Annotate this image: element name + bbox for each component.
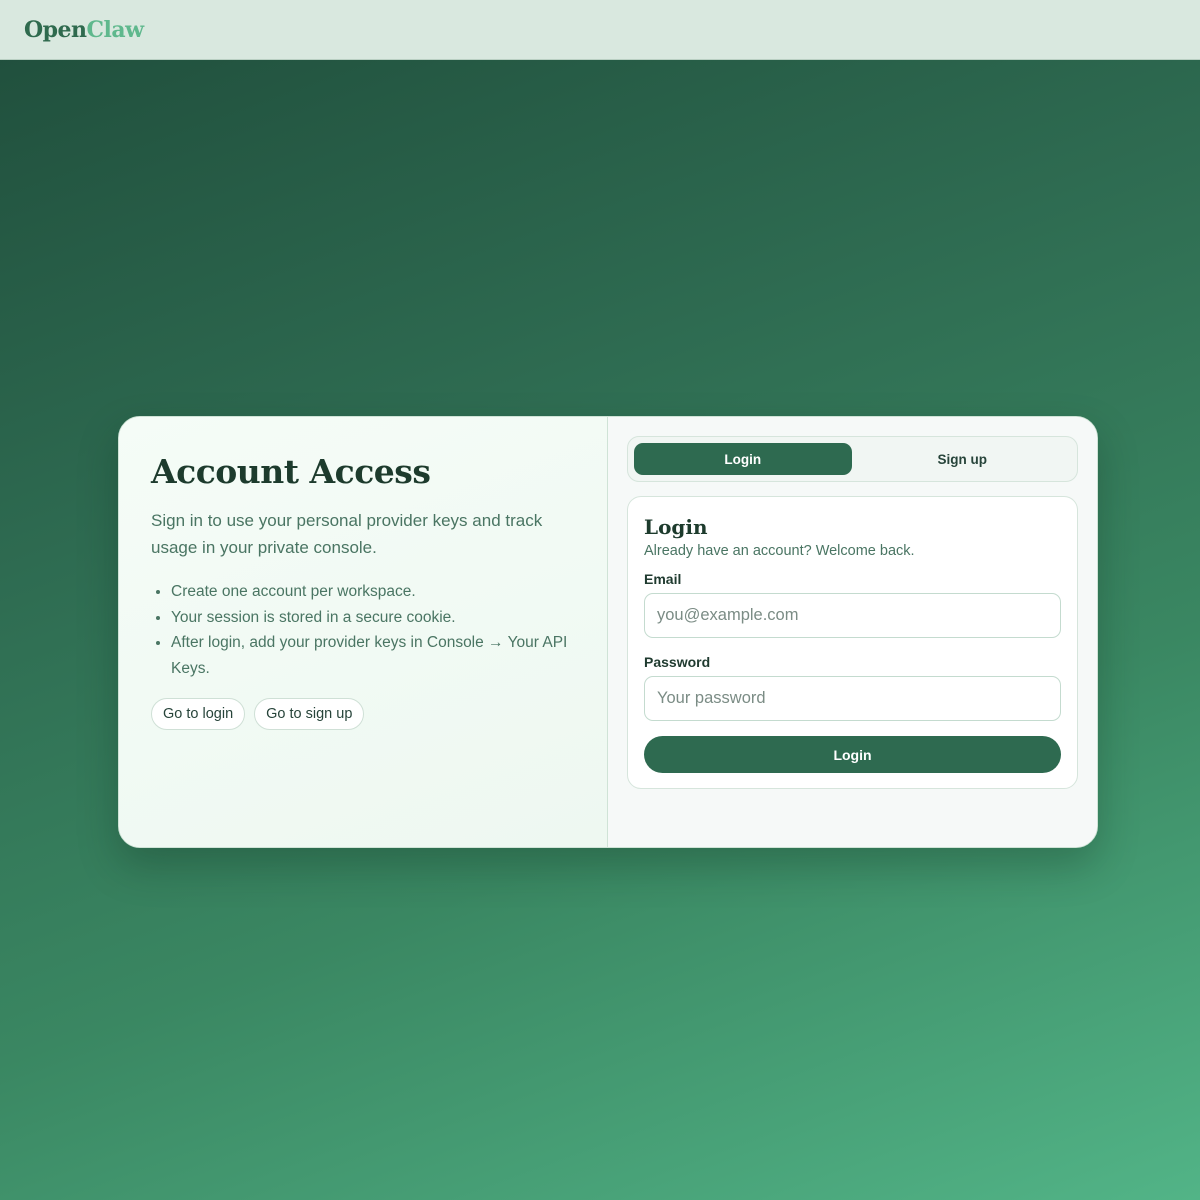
auth-tabs: Login Sign up (627, 436, 1078, 482)
email-label: Email (644, 571, 682, 587)
brand-logo[interactable]: OpenClaw (24, 17, 144, 43)
intro-text: Sign in to use your personal provider ke… (151, 511, 543, 557)
form-subtitle: Already have an account? Welcome back. (644, 543, 915, 559)
tab-signup[interactable]: Sign up (854, 443, 1072, 475)
email-field[interactable] (644, 593, 1061, 638)
auth-card: Account Access Sign in to use your perso… (118, 416, 1098, 848)
info-panel: Account Access Sign in to use your perso… (119, 417, 608, 847)
login-form: Login Already have an account? Welcome b… (627, 496, 1078, 789)
password-label: Password (644, 654, 711, 670)
brand-name-part1: Open (24, 16, 87, 43)
password-field[interactable] (644, 676, 1061, 721)
top-bar: OpenClaw (0, 0, 1200, 60)
go-to-login-button[interactable]: Go to login (151, 698, 246, 730)
info-list-item: Your session is stored in a secure cooki… (171, 605, 575, 631)
brand-name-part2: Claw (86, 16, 145, 43)
info-list-item: After login, add your provider keys in C… (171, 630, 575, 681)
login-submit-button[interactable]: Login (644, 736, 1061, 773)
form-title: Login (644, 515, 708, 539)
info-list-item: Create one account per workspace. (171, 579, 575, 605)
info-list: Create one account per workspace. Your s… (151, 579, 575, 681)
go-to-signup-button[interactable]: Go to sign up (254, 698, 365, 730)
form-panel: Login Sign up Login Already have an acco… (608, 417, 1097, 847)
tab-login[interactable]: Login (634, 443, 852, 475)
quick-links: Go to login Go to sign up (151, 698, 575, 730)
page-title: Account Access (151, 452, 431, 491)
